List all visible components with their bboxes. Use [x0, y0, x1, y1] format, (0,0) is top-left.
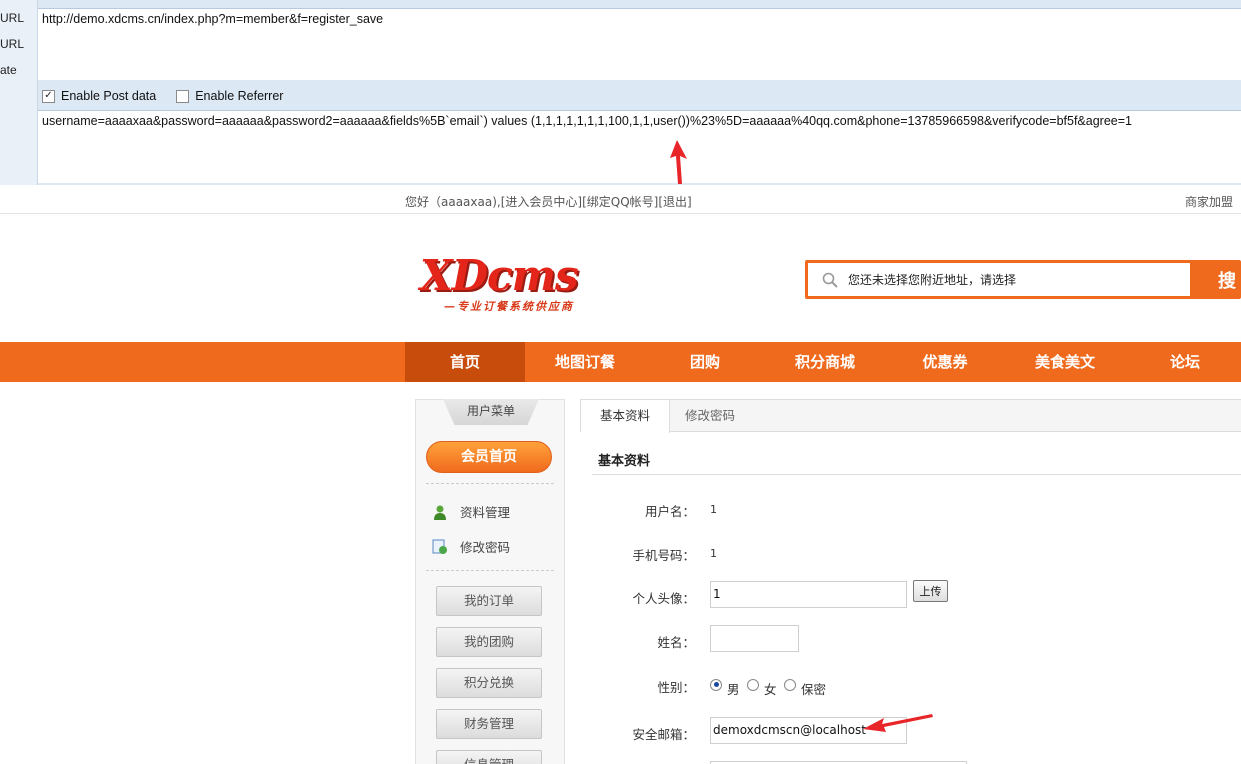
address-search: 您还未选择您附近地址，请选择 搜	[805, 260, 1241, 299]
nav-food-articles[interactable]: 美食美文	[1005, 342, 1125, 382]
section-title: 基本资料	[598, 454, 651, 469]
user-sidebar: 用户菜单 会员首页 资料管理 修改密码 我的订单 我的团购 积分兑换 财务管理 …	[415, 399, 565, 764]
gender-option-female[interactable]: 女	[747, 678, 777, 698]
email-label: 安全邮箱：	[632, 727, 695, 742]
nav-map-order[interactable]: 地图订餐	[525, 342, 645, 382]
document-edit-icon	[432, 539, 447, 554]
username-value: 1	[710, 503, 717, 516]
sidebar-divider	[426, 570, 554, 571]
logo-wordmark: XDcms	[420, 251, 579, 300]
post-data-field[interactable]: username=aaaaxaa&password=aaaaaa&passwor…	[38, 110, 1241, 183]
radio-button[interactable]	[710, 678, 722, 691]
member-home-button[interactable]: 会员首页	[426, 441, 552, 473]
nav-coupons[interactable]: 优惠券	[885, 342, 1005, 382]
merchant-join-link[interactable]: 商家加盟	[1185, 193, 1233, 210]
enable-referrer-toggle[interactable]: Enable Referrer	[176, 89, 283, 103]
split-url-label[interactable]: URL	[0, 37, 24, 51]
name-input[interactable]	[710, 625, 799, 652]
main-nav: 首页 地图订餐 团购 积分商城 优惠券 美食美文 论坛	[0, 342, 1241, 382]
hackbar-options: ✓ Enable Post data Enable Referrer	[38, 84, 1241, 108]
gender-option-male[interactable]: 男	[710, 678, 740, 698]
sidebar-item-profile[interactable]: 资料管理	[432, 502, 510, 521]
sidebar-tab-user-menu: 用户菜单	[443, 399, 539, 425]
sidebar-item-label: 资料管理	[460, 505, 511, 520]
url-field[interactable]: http://demo.xdcms.cn/index.php?m=member&…	[38, 8, 1241, 80]
user-greeting-links[interactable]: 您好（aaaaxaa),[进入会员中心][绑定QQ帐号][退出]	[405, 193, 692, 210]
search-icon	[822, 272, 838, 288]
logo-tagline: —专业订餐系统供应商	[444, 300, 574, 313]
nav-points-mall[interactable]: 积分商城	[765, 342, 885, 382]
sidebar-item-change-password[interactable]: 修改密码	[432, 537, 510, 556]
tab-change-password[interactable]: 修改密码	[685, 400, 735, 432]
enable-post-toggle[interactable]: ✓ Enable Post data	[42, 89, 156, 103]
info-management-button[interactable]: 信息管理	[436, 750, 542, 764]
points-exchange-button[interactable]: 积分兑换	[436, 668, 542, 698]
site-logo[interactable]: XDcms —专业订餐系统供应商	[420, 254, 610, 316]
sidebar-divider	[426, 483, 554, 484]
phone-value: 1	[710, 547, 717, 560]
enable-referrer-checkbox[interactable]	[176, 89, 190, 103]
sidebar-item-label: 修改密码	[460, 540, 511, 555]
address-search-input[interactable]: 您还未选择您附近地址，请选择	[808, 263, 1190, 296]
gender-label: 性别：	[657, 680, 695, 695]
profile-tabs: 基本资料 修改密码	[580, 399, 1241, 433]
load-url-label[interactable]: URL	[0, 11, 24, 25]
hackbar-panel: URL URL ate http://demo.xdcms.cn/index.p…	[0, 0, 1241, 185]
enable-post-checkbox[interactable]: ✓	[42, 89, 55, 103]
radio-button[interactable]	[784, 678, 796, 691]
gender-option-label: 保密	[801, 682, 827, 697]
annotation-arrow-left	[863, 714, 933, 732]
gender-option-secret[interactable]: 保密	[784, 678, 827, 698]
gender-option-label: 男	[727, 682, 740, 697]
my-orders-button[interactable]: 我的订单	[436, 586, 542, 616]
search-button[interactable]: 搜	[1218, 267, 1236, 293]
avatar-input[interactable]: 1	[710, 581, 907, 608]
nav-group-buy[interactable]: 团购	[645, 342, 765, 382]
execute-label[interactable]: ate	[0, 63, 17, 77]
address-search-placeholder: 您还未选择您附近地址，请选择	[848, 273, 1017, 287]
name-label: 姓名：	[657, 635, 695, 650]
phone-label: 手机号码：	[632, 548, 695, 563]
gender-option-label: 女	[764, 682, 777, 697]
tab-basic-info[interactable]: 基本资料	[581, 400, 670, 433]
radio-button[interactable]	[747, 678, 759, 691]
enable-post-label: Enable Post data	[61, 89, 157, 103]
avatar-label: 个人头像：	[632, 591, 695, 606]
upload-button[interactable]: 上传	[913, 580, 948, 602]
username-label: 用户名：	[644, 504, 695, 519]
user-icon	[434, 505, 446, 520]
section-divider	[592, 474, 1241, 475]
finance-button[interactable]: 财务管理	[436, 709, 542, 739]
hackbar-side-labels: URL URL ate	[0, 0, 38, 185]
annotation-arrow-up	[670, 140, 687, 184]
nav-home[interactable]: 首页	[405, 342, 525, 382]
my-group-buys-button[interactable]: 我的团购	[436, 627, 542, 657]
enable-referrer-label: Enable Referrer	[195, 89, 284, 103]
nav-forum[interactable]: 论坛	[1125, 342, 1241, 382]
top-bar: 您好（aaaaxaa),[进入会员中心][绑定QQ帐号][退出] 商家加盟	[0, 186, 1241, 214]
